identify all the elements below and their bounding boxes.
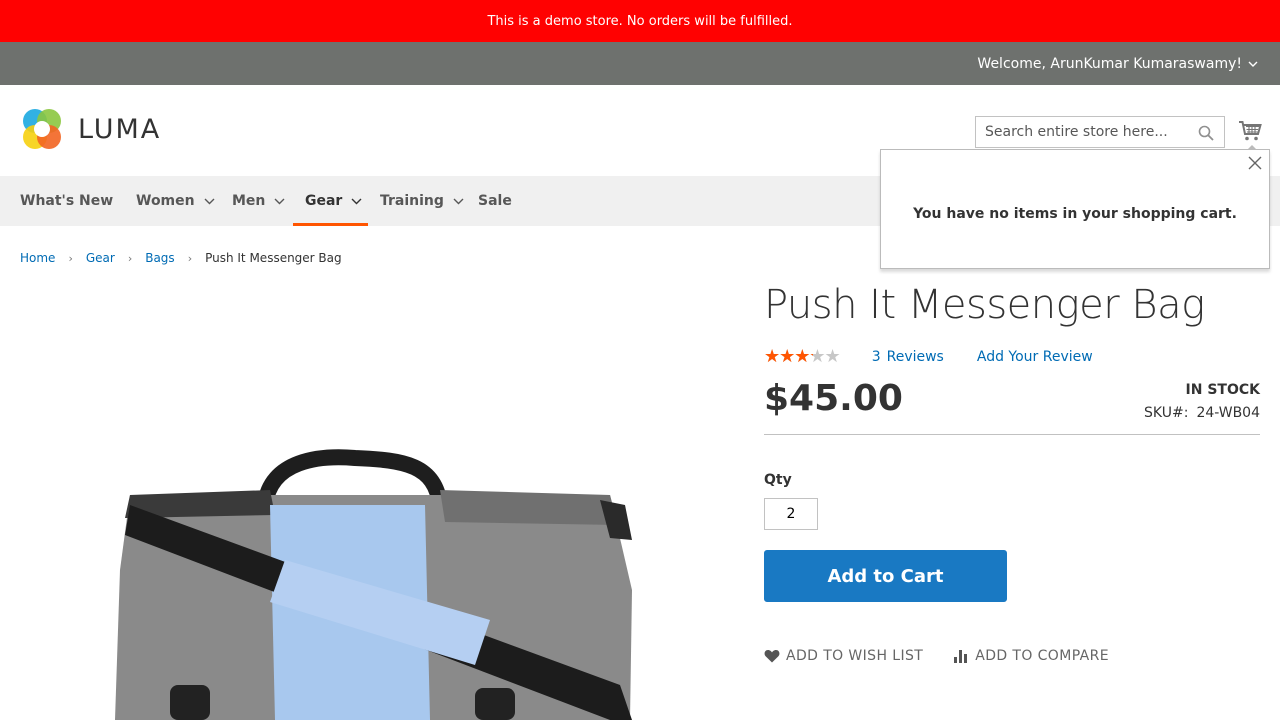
demo-notice-bar: This is a demo store. No orders will be … [0, 0, 1280, 42]
minicart-empty-message: You have no items in your shopping cart. [913, 206, 1237, 222]
divider [764, 434, 1260, 435]
review-count: 3 [871, 348, 881, 365]
search-box [975, 116, 1225, 148]
product-rating: ★★★★★ ★★★★★ 3 Reviews Add Your Review [764, 346, 1093, 367]
wishlist-label: Add to Wish List [786, 648, 924, 664]
heart-icon [764, 649, 780, 663]
qty-label: Qty [764, 472, 792, 488]
product-actions: Add to Wish List Add to Compare [764, 648, 1109, 664]
nav-item-training[interactable]: Training [380, 176, 464, 226]
minicart-dropdown: You have no items in your shopping cart. [880, 145, 1270, 269]
logo-text: LUMA [78, 113, 162, 145]
product-image[interactable] [20, 290, 740, 720]
star-icon: ★★★★★ [764, 346, 813, 367]
nav-item-label: Sale [478, 193, 512, 209]
chevron-down-icon [1248, 56, 1258, 72]
welcome-text: Welcome, ArunKumar Kumaraswamy! [977, 55, 1242, 72]
messenger-bag-image [115, 449, 632, 720]
reviews-label: Reviews [886, 348, 944, 365]
nav-item-gear[interactable]: Gear [292, 176, 369, 226]
add-to-cart-button[interactable]: Add to Cart [764, 550, 1007, 602]
breadcrumb-bags[interactable]: Bags [145, 251, 174, 265]
nav-item-sale[interactable]: Sale [478, 176, 512, 226]
search-icon[interactable] [1198, 125, 1214, 145]
demo-notice-text: This is a demo store. No orders will be … [487, 13, 793, 29]
nav-item-women[interactable]: Women [136, 176, 215, 226]
chevron-down-icon [204, 193, 215, 209]
product-sku: SKU#: 24-WB04 [1144, 405, 1260, 421]
qty-input[interactable] [764, 498, 818, 530]
nav-item-label: What's New [20, 193, 114, 209]
luma-logo-icon [23, 109, 61, 149]
reviews-link[interactable]: 3 Reviews [872, 349, 944, 365]
breadcrumb: Home › Gear › Bags › Push It Messenger B… [20, 251, 342, 265]
nav-item-men[interactable]: Men [232, 176, 285, 226]
breadcrumb-home[interactable]: Home [20, 251, 55, 265]
add-review-link[interactable]: Add Your Review [977, 349, 1093, 365]
chevron-right-icon: › [187, 251, 193, 265]
nav-item-whats-new[interactable]: What's New [20, 176, 113, 226]
chevron-down-icon [351, 193, 362, 209]
top-bar: Welcome, ArunKumar Kumaraswamy! [0, 42, 1280, 85]
sku-value: 24-WB04 [1196, 405, 1260, 421]
chevron-down-icon [453, 193, 464, 209]
logo[interactable]: LUMA [20, 107, 161, 151]
compare-icon [953, 649, 969, 663]
add-to-wishlist-link[interactable]: Add to Wish List [764, 648, 923, 664]
welcome-menu[interactable]: Welcome, ArunKumar Kumaraswamy! [977, 56, 1258, 72]
chevron-right-icon: › [127, 251, 133, 265]
nav-item-label: Gear [305, 193, 343, 209]
close-icon[interactable] [1248, 155, 1262, 174]
nav-item-label: Training [380, 193, 444, 209]
sku-label: SKU#: [1144, 405, 1189, 421]
stock-status: In stock [1185, 382, 1260, 398]
compare-label: Add to Compare [975, 648, 1109, 664]
nav-item-label: Women [136, 193, 195, 209]
chevron-right-icon: › [68, 251, 73, 265]
search-input[interactable] [985, 124, 1185, 140]
chevron-down-icon [274, 193, 285, 209]
breadcrumb-current: Push It Messenger Bag [205, 251, 342, 265]
product-title: Push It Messenger Bag [764, 282, 1205, 328]
breadcrumb-gear[interactable]: Gear [86, 251, 115, 265]
product-price: $45.00 [764, 378, 903, 419]
add-to-compare-link[interactable]: Add to Compare [953, 648, 1109, 664]
rating-stars: ★★★★★ ★★★★★ [764, 346, 841, 367]
nav-item-label: Men [232, 193, 266, 209]
